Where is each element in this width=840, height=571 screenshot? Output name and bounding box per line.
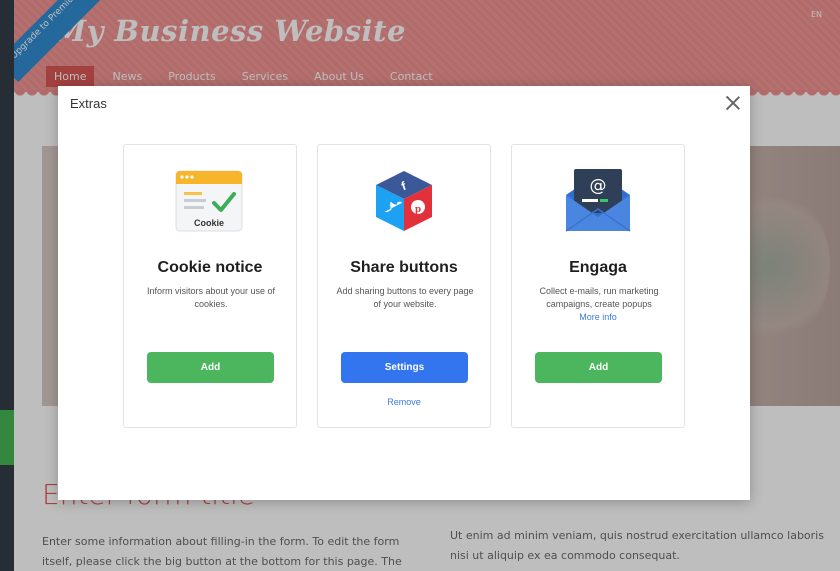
share-settings-button[interactable]: Settings [341,352,468,383]
card-description: Collect e-mails, run marketing campaigns… [539,286,659,309]
card-title: Engaga [569,259,627,276]
add-engaga-button[interactable]: Add [535,352,662,383]
modal-title: Extras [70,96,107,111]
remove-share-link[interactable]: Remove [318,397,490,407]
cookie-icon-label: Cookie [194,218,224,228]
card-description: Inform visitors about your use of cookie… [146,286,276,309]
close-icon[interactable] [724,94,742,112]
card-title: Cookie notice [157,259,263,276]
card-engaga: @ Engaga Collect e-mails, run marketing … [511,144,685,428]
extras-modal: Extras Cookie Cookie notice Inform visit… [58,86,750,500]
card-cookie-notice: Cookie Cookie notice Inform visitors abo… [123,144,297,428]
more-info-link[interactable]: More info [512,312,684,322]
cookie-notice-icon: Cookie [175,170,243,232]
card-description: Add sharing buttons to every page of you… [336,286,474,309]
share-cube-icon: f p [376,171,432,231]
envelope-at-icon: @ [565,169,631,232]
svg-text:@: @ [590,176,607,196]
svg-text:p: p [415,203,421,215]
card-share-buttons: f p Share buttons Add sharing buttons to… [317,144,491,428]
add-cookie-notice-button[interactable]: Add [147,352,274,383]
card-title: Share buttons [350,259,458,276]
